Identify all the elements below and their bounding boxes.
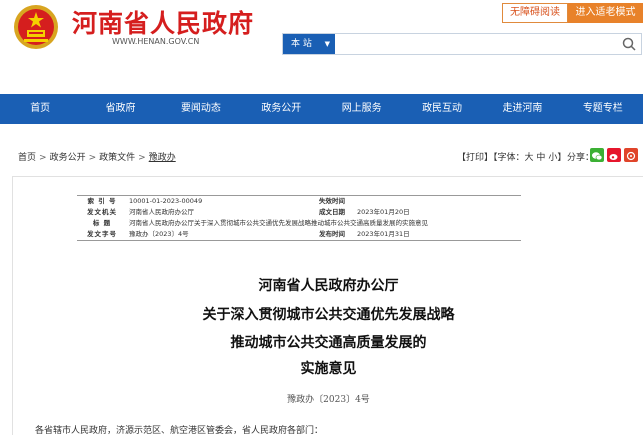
breadcrumb-policy-documents[interactable]: 政策文件	[99, 153, 135, 163]
caret-down-icon: ▼	[324, 40, 330, 48]
accessible-reading-button[interactable]: 无障碍阅读	[502, 3, 568, 23]
font-large-button[interactable]: 大	[525, 153, 534, 163]
nav-item-government[interactable]: 省政府	[80, 94, 160, 124]
nav-item-about-henan[interactable]: 走进河南	[482, 94, 562, 124]
meta-key: 成文日期	[319, 208, 345, 216]
breadcrumb-home[interactable]: 首页	[18, 153, 36, 163]
main-nav: 首页 省政府 要闻动态 政务公开 网上服务 政民互动 走进河南 专题专栏	[0, 94, 643, 124]
table-row: 索 引 号 10001-01-2023-00049 失效时间	[77, 196, 521, 208]
breadcrumb-current[interactable]: 豫政办	[149, 153, 176, 163]
search-input[interactable]	[337, 35, 617, 53]
nav-item-home[interactable]: 首页	[0, 94, 80, 124]
table-row: 标 题 河南省人民政府办公厅关于深入贯彻城市公共交通优先发展战略推动城市公共交通…	[77, 218, 521, 229]
page-tools: 【打印】【字体：大 中 小】	[457, 150, 566, 163]
breadcrumb: 首页 > 政务公开 > 政策文件 > 豫政办	[18, 150, 176, 163]
meta-value: 河南省人民政府办公厅	[129, 208, 194, 216]
document-title-line: 实施意见	[300, 361, 357, 377]
article-panel: 索 引 号 10001-01-2023-00049 失效时间 发文机关 河南省人…	[12, 176, 643, 435]
document-title-line: 推动城市公共交通高质量发展的	[230, 335, 427, 351]
meta-key: 索 引 号	[87, 197, 117, 205]
breadcrumb-separator: >	[39, 153, 47, 163]
document-meta-table: 索 引 号 10001-01-2023-00049 失效时间 发文机关 河南省人…	[77, 195, 521, 241]
font-size-prefix: 【字体：	[493, 153, 525, 163]
elderly-mode-button[interactable]: 进入适老模式	[568, 3, 643, 23]
meta-key: 发文机关	[87, 208, 117, 216]
meta-value: 豫政办〔2023〕4号	[129, 230, 189, 238]
document-title-line: 关于深入贯彻城市公共交通优先发展战略	[202, 307, 455, 323]
font-medium-button[interactable]: 中	[536, 153, 545, 163]
breadcrumb-separator: >	[88, 153, 97, 163]
table-row: 发文字号 豫政办〔2023〕4号 发布时间 2023年01月31日	[77, 229, 521, 241]
search-scope-select[interactable]: 本 站 ▼	[283, 34, 335, 54]
nav-item-news[interactable]: 要闻动态	[161, 94, 241, 124]
site-name[interactable]: 河南省人民政府	[72, 4, 254, 40]
breadcrumb-public-affairs[interactable]: 政务公开	[50, 153, 86, 163]
wechat-share-icon[interactable]	[590, 148, 604, 162]
meta-key: 发文字号	[87, 230, 117, 238]
nav-item-interaction[interactable]: 政民互动	[402, 94, 482, 124]
breadcrumb-separator: >	[138, 153, 146, 163]
search-bar: 本 站 ▼	[282, 33, 642, 55]
weibo-share-icon[interactable]	[607, 148, 621, 162]
meta-value: 2023年01月20日	[357, 208, 410, 216]
site-url: WWW.HENAN.GOV.CN	[112, 37, 200, 46]
search-scope-label: 本 站	[291, 39, 312, 49]
nav-item-online-services[interactable]: 网上服务	[322, 94, 402, 124]
site-header: 河南省人民政府 WWW.HENAN.GOV.CN 无障碍阅读 进入适老模式 本 …	[0, 0, 643, 94]
share-more-icon[interactable]	[624, 148, 638, 162]
nav-item-topics[interactable]: 专题专栏	[563, 94, 643, 124]
meta-value: 10001-01-2023-00049	[129, 197, 203, 205]
print-link[interactable]: 【打印】	[457, 153, 493, 163]
meta-key: 失效时间	[319, 197, 345, 205]
meta-value: 2023年01月31日	[357, 230, 410, 238]
document-title-line: 河南省人民政府办公厅	[258, 278, 399, 294]
meta-key: 标 题	[92, 219, 112, 227]
search-icon[interactable]	[621, 36, 637, 52]
national-emblem-icon	[14, 5, 58, 49]
document-salutation: 各省辖市人民政府，济源示范区、航空港区管委会，省人民政府各部门：	[35, 426, 324, 435]
meta-value-title: 河南省人民政府办公厅关于深入贯彻城市公共交通优先发展战略推动城市公共交通高质量发…	[129, 219, 428, 227]
document-number: 豫政办〔2023〕4号	[287, 395, 370, 405]
table-row: 发文机关 河南省人民政府办公厅 成文日期 2023年01月20日	[77, 207, 521, 218]
breadcrumb-row: 首页 > 政务公开 > 政策文件 > 豫政办 【打印】【字体：大 中 小】 分享：	[0, 144, 643, 168]
nav-item-public-affairs[interactable]: 政务公开	[241, 94, 321, 124]
meta-value	[355, 196, 521, 208]
font-size-suffix: 】	[557, 153, 567, 163]
meta-key: 发布时间	[319, 230, 345, 238]
font-small-button[interactable]: 小	[548, 153, 557, 163]
